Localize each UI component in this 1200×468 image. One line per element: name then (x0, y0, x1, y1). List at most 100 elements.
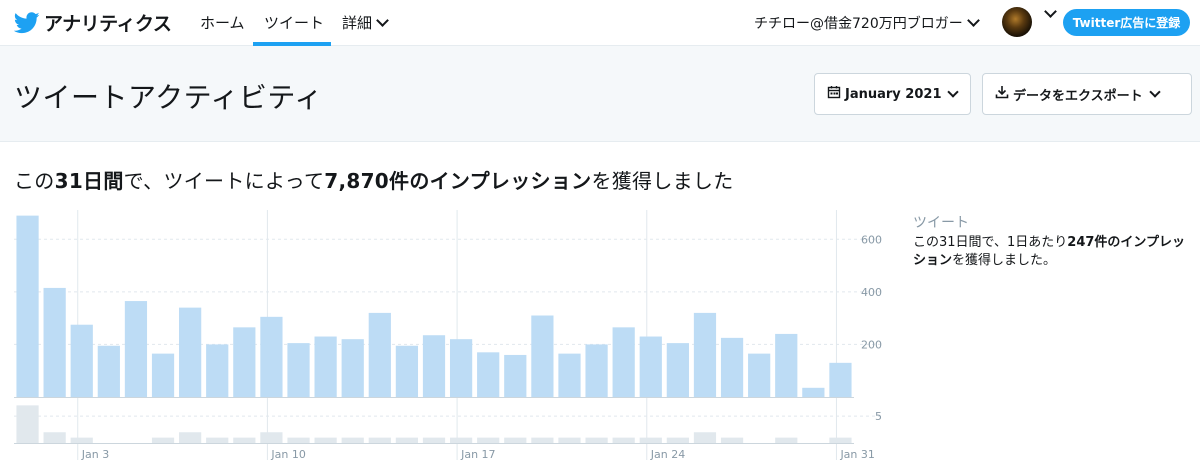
impressions-bar (477, 352, 500, 397)
account-switcher[interactable]: チチロー@借金720万円ブロガー (754, 13, 980, 33)
impressions-bar (422, 335, 446, 397)
impressions-bar (43, 287, 66, 397)
nav-home[interactable]: ホーム (200, 12, 245, 33)
chevron-down-icon (947, 85, 960, 98)
tweets-bar (179, 432, 202, 443)
impressions-chart: 200 400 600 5 Jan 3 Jan 10 Jan 17 Jan 24 Jan 31 (14, 210, 894, 468)
tweets-bar (368, 437, 391, 443)
tweets-bar (16, 405, 39, 443)
side-desc-suffix: を獲得しました。 (952, 253, 1057, 268)
tweets-bar (206, 437, 229, 443)
impressions-bar (612, 327, 635, 397)
impressions-bar (395, 345, 419, 397)
impressions-bar (666, 343, 689, 397)
impressions-bar (531, 315, 554, 397)
tweets-bar (558, 437, 581, 443)
impressions-bar (720, 337, 744, 397)
chart-side-panel: ツイート この31日間で、1日あたり247件のインプレッションを獲得しました。 (913, 212, 1195, 270)
summary-mid: で、ツイートによって (123, 169, 325, 193)
tweets-bar (395, 437, 419, 443)
summary-period: 31日間 (54, 169, 124, 193)
account-name: チチロー@借金720万円ブロガー (754, 16, 963, 32)
impressions-bar (341, 339, 364, 397)
tweets-bar (504, 437, 527, 443)
tweets-bar (477, 437, 500, 443)
impressions-bar (206, 344, 229, 397)
impressions-bar (179, 307, 202, 397)
impressions-bar (70, 324, 93, 397)
impressions-bar (449, 339, 473, 397)
tweets-bar (585, 437, 608, 443)
side-panel-description: この31日間で、1日あたり247件のインプレッションを獲得しました。 (913, 234, 1195, 270)
impressions-bar (829, 362, 852, 397)
impressions-bar (558, 353, 581, 397)
twitter-bird-icon (14, 11, 40, 33)
impressions-bar (233, 327, 256, 397)
tweets-bar (233, 437, 256, 443)
y-tick-label: 600 (861, 233, 882, 246)
impressions-bar (97, 345, 120, 397)
tweets-bar (829, 437, 852, 443)
impressions-bar (16, 215, 39, 397)
x-tick-label: Jan 17 (460, 448, 495, 461)
tweets-bar (341, 437, 364, 443)
y-tick-label: 200 (861, 338, 882, 351)
nav-more-dropdown[interactable]: 詳細 (342, 12, 389, 33)
tweets-bar (666, 437, 689, 443)
impressions-bar (693, 312, 717, 397)
impressions-bar (504, 354, 527, 397)
x-tick-label: Jan 10 (270, 448, 305, 461)
impressions-bar (314, 336, 337, 397)
x-tick-label: Jan 3 (81, 448, 109, 461)
nav-tweets[interactable]: ツイート (264, 12, 324, 33)
calendar-icon (827, 85, 845, 103)
impressions-bar (124, 301, 148, 397)
side-panel-title: ツイート (913, 215, 969, 231)
nav-more-label: 詳細 (342, 14, 373, 32)
tweets-bar (639, 437, 662, 443)
tweets-bar (70, 437, 93, 443)
tweets-bar (287, 437, 310, 443)
impressions-bar (639, 336, 662, 397)
side-desc-prefix: この31日間で、1日あたり (913, 235, 1068, 250)
x-tick-label: Jan 24 (650, 448, 685, 461)
tweets-bar (531, 437, 554, 443)
tweets-bar (693, 432, 717, 443)
impressions-bar (287, 343, 310, 397)
y-tick-label-secondary: 5 (875, 410, 882, 423)
chevron-down-icon (1148, 85, 1161, 98)
impressions-bar (585, 344, 608, 397)
twitter-ads-signup-button[interactable]: Twitter広告に登録 (1063, 9, 1190, 36)
export-data-label: データをエクスポート (1013, 88, 1143, 104)
summary-suffix: を獲得しました (591, 169, 734, 193)
avatar[interactable] (1002, 7, 1032, 37)
impressions-bar (748, 353, 771, 397)
x-tick-label: Jan 31 (839, 448, 874, 461)
impressions-bar (260, 316, 283, 397)
date-range-label: January 2021 (845, 86, 942, 102)
impressions-bar (802, 387, 825, 397)
impressions-bar (368, 312, 391, 397)
tweets-bar (43, 432, 66, 443)
top-nav: アナリティクス ホーム ツイート 詳細 チチロー@借金720万円ブロガー Twi… (0, 0, 1200, 46)
impressions-bar-chart: 200 400 600 5 Jan 3 Jan 10 Jan 17 Jan 24 Jan 31 (14, 210, 884, 461)
impressions-summary: この31日間で、ツイートによって7,870件のインプレッションを獲得しました (14, 165, 734, 194)
tweets-bar (612, 437, 635, 443)
tweets-bar (422, 437, 446, 443)
tweets-bar (775, 437, 798, 443)
y-tick-label: 400 (861, 286, 882, 299)
export-data-button[interactable]: データをエクスポート (982, 73, 1192, 115)
tweets-bar (314, 437, 337, 443)
page-header: ツイートアクティビティ January 2021 データをエクスポート (0, 46, 1200, 142)
analytics-brand[interactable]: アナリティクス (14, 9, 172, 36)
summary-prefix: この (14, 169, 55, 193)
chevron-down-icon (376, 13, 389, 27)
date-range-button[interactable]: January 2021 (814, 73, 971, 115)
page-title: ツイートアクティビティ (14, 81, 323, 114)
tweets-bar (260, 432, 283, 443)
impressions-bar (775, 333, 798, 397)
brand-name: アナリティクス (44, 13, 172, 35)
tweets-bar (449, 437, 473, 443)
chevron-down-icon[interactable] (1044, 5, 1057, 18)
tweets-bar (720, 437, 744, 443)
